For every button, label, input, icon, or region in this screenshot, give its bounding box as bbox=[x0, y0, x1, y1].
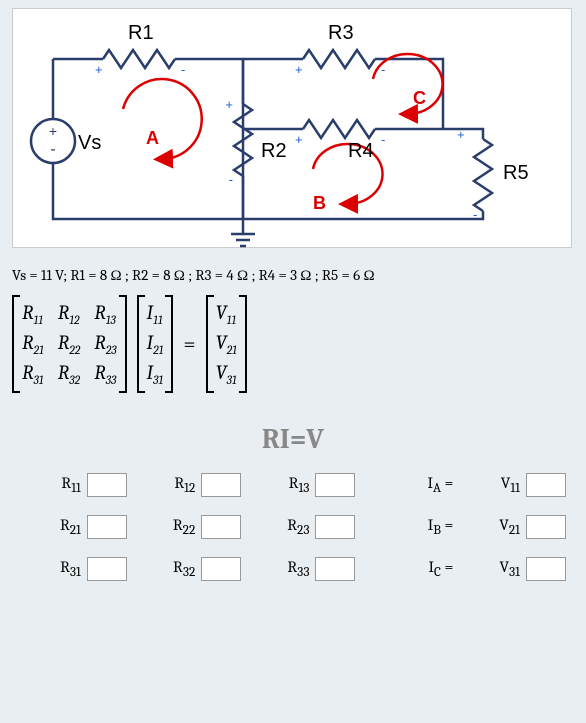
svg-text:+: + bbox=[225, 97, 233, 112]
label-r23: R23 bbox=[247, 516, 309, 538]
label-r3: R3 bbox=[328, 22, 354, 44]
svg-text:-: - bbox=[50, 141, 55, 158]
matrix-v: V11 V21 V31 bbox=[206, 295, 247, 393]
label-r4: R4 bbox=[348, 140, 374, 162]
label-r33: R33 bbox=[247, 558, 309, 580]
label-r31: R31 bbox=[20, 558, 81, 580]
svg-text:+: + bbox=[49, 123, 57, 139]
input-r22[interactable] bbox=[201, 515, 241, 539]
svg-text:+: + bbox=[295, 132, 303, 147]
label-vs: Vs bbox=[78, 132, 101, 154]
loop-a: A bbox=[146, 128, 159, 148]
label-v21: V21 bbox=[459, 516, 520, 538]
section-title: RI=V bbox=[0, 423, 586, 455]
input-v21[interactable] bbox=[526, 515, 566, 539]
input-r13[interactable] bbox=[315, 473, 355, 497]
svg-text:+: + bbox=[457, 127, 465, 142]
label-v31: V31 bbox=[459, 558, 520, 580]
input-r33[interactable] bbox=[315, 557, 355, 581]
loop-b: B bbox=[313, 193, 326, 213]
label-r22: R22 bbox=[133, 516, 195, 538]
matrix-equation: R11R12R13 R21R22R23 R31R32R33 I11 I21 I3… bbox=[12, 295, 574, 393]
label-r21: R21 bbox=[20, 516, 81, 538]
label-v11: V11 bbox=[459, 474, 520, 496]
label-r11: R11 bbox=[20, 474, 81, 496]
matrix-i: I11 I21 I31 bbox=[137, 295, 174, 393]
label-r32: R32 bbox=[133, 558, 195, 580]
input-v11[interactable] bbox=[526, 473, 566, 497]
input-r23[interactable] bbox=[315, 515, 355, 539]
input-r31[interactable] bbox=[87, 557, 127, 581]
loop-c: C bbox=[413, 88, 426, 108]
label-r5: R5 bbox=[503, 162, 529, 184]
label-r12: R12 bbox=[133, 474, 195, 496]
svg-text:+: + bbox=[295, 62, 303, 77]
svg-text:-: - bbox=[229, 172, 233, 187]
svg-text:-: - bbox=[181, 62, 185, 77]
parameters-line: Vs = 11 V; R1 = 8 Ω ; R2 = 8 Ω ; R3 = 4 … bbox=[12, 266, 574, 285]
input-v31[interactable] bbox=[526, 557, 566, 581]
matrix-r: R11R12R13 R21R22R23 R31R32R33 bbox=[12, 295, 127, 393]
svg-text:-: - bbox=[381, 62, 385, 77]
svg-text:+: + bbox=[95, 62, 103, 77]
svg-text:-: - bbox=[473, 207, 477, 222]
label-ic: IC = bbox=[387, 558, 453, 580]
answer-grid: R11 R12 R13 IA = V11 R21 R22 R23 IB = V2… bbox=[20, 473, 566, 581]
label-r1: R1 bbox=[128, 22, 154, 44]
equals-sign: = bbox=[183, 331, 195, 357]
label-r13: R13 bbox=[247, 474, 309, 496]
label-ib: IB = bbox=[387, 516, 453, 538]
circuit-diagram: + - R1 R3 R2 R4 R5 Vs A B C +- +- +- +- … bbox=[12, 8, 572, 248]
label-r2: R2 bbox=[261, 140, 287, 162]
input-r12[interactable] bbox=[201, 473, 241, 497]
circuit-svg: + - R1 R3 R2 R4 R5 Vs A B C +- +- +- +- … bbox=[13, 9, 573, 249]
input-r32[interactable] bbox=[201, 557, 241, 581]
input-r21[interactable] bbox=[87, 515, 127, 539]
label-ia: IA = bbox=[387, 474, 453, 496]
input-r11[interactable] bbox=[87, 473, 127, 497]
svg-text:-: - bbox=[381, 132, 385, 147]
